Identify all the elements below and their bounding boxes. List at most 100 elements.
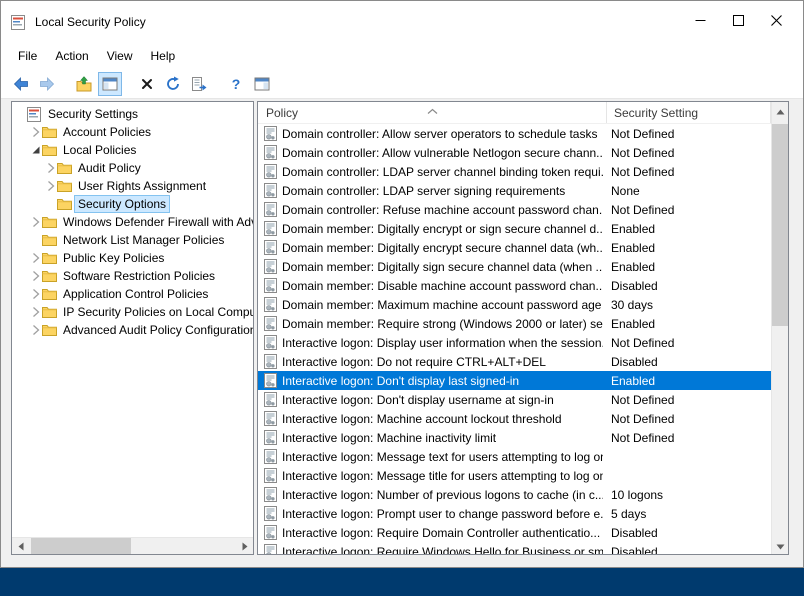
tree-item-network-list-manager-policies[interactable]: Network List Manager Policies xyxy=(12,231,253,249)
tree-item-application-control-policies[interactable]: Application Control Policies xyxy=(12,285,253,303)
policy-row[interactable]: Domain member: Disable machine account p… xyxy=(258,276,771,295)
tree-item-public-key-policies[interactable]: Public Key Policies xyxy=(12,249,253,267)
policy-row[interactable]: Interactive logon: Machine account locko… xyxy=(258,409,771,428)
policy-name: Interactive logon: Do not require CTRL+A… xyxy=(282,355,603,369)
tree-item-advanced-audit-policy-configuration[interactable]: Advanced Audit Policy Configuration xyxy=(12,321,253,339)
forward-button[interactable] xyxy=(35,72,59,96)
tree-item-local-policies[interactable]: Local Policies xyxy=(12,141,253,159)
policy-row[interactable]: Interactive logon: Require Windows Hello… xyxy=(258,542,771,554)
menu-item-file[interactable]: File xyxy=(9,45,46,67)
local-security-policy-window: Local Security Policy FileActionViewHelp… xyxy=(0,0,804,568)
menu-item-help[interactable]: Help xyxy=(142,45,185,67)
tree-item-label: User Rights Assignment xyxy=(75,178,209,194)
policy-row[interactable]: Interactive logon: Machine inactivity li… xyxy=(258,428,771,447)
menu-item-action[interactable]: Action xyxy=(46,45,97,67)
policy-icon xyxy=(258,506,282,521)
delete-button[interactable] xyxy=(135,72,159,96)
chevron-right-icon[interactable] xyxy=(44,162,57,174)
folder-icon xyxy=(57,180,75,192)
policy-row[interactable]: Domain controller: LDAP server signing r… xyxy=(258,181,771,200)
tree-item-label: Software Restriction Policies xyxy=(60,268,218,284)
chevron-right-icon[interactable] xyxy=(29,288,42,300)
vertical-scroll-thumb[interactable] xyxy=(772,124,788,326)
tree-item-ip-security-policies-on-local-compute[interactable]: IP Security Policies on Local Compute xyxy=(12,303,253,321)
sort-ascending-icon xyxy=(427,102,438,120)
tree-item-label: Public Key Policies xyxy=(60,250,167,266)
policy-row[interactable]: Domain controller: LDAP server channel b… xyxy=(258,162,771,181)
folder-icon xyxy=(42,216,60,228)
tree-horizontal-scrollbar[interactable] xyxy=(12,537,253,554)
tree-item-windows-defender-firewall-with-adva[interactable]: Windows Defender Firewall with Adva xyxy=(12,213,253,231)
security-setting-column-header[interactable]: Security Setting xyxy=(607,102,771,123)
refresh-button[interactable] xyxy=(161,72,185,96)
policy-name: Interactive logon: Machine inactivity li… xyxy=(282,431,603,445)
policy-icon xyxy=(258,411,282,426)
desktop-background: Local Security Policy FileActionViewHelp… xyxy=(0,0,804,596)
chevron-right-icon[interactable] xyxy=(29,252,42,264)
window-title: Local Security Policy xyxy=(35,15,146,29)
close-icon xyxy=(771,13,782,31)
tree-item-audit-policy[interactable]: Audit Policy xyxy=(12,159,253,177)
chevron-right-icon[interactable] xyxy=(29,216,42,228)
scroll-down-arrow[interactable] xyxy=(772,537,788,554)
policy-row[interactable]: Domain member: Digitally encrypt secure … xyxy=(258,238,771,257)
policy-row[interactable]: Interactive logon: Don't display last si… xyxy=(258,371,771,390)
policy-name: Interactive logon: Require Windows Hello… xyxy=(282,545,603,555)
policy-row[interactable]: Interactive logon: Number of previous lo… xyxy=(258,485,771,504)
policy-row[interactable]: Interactive logon: Message title for use… xyxy=(258,466,771,485)
chevron-right-icon[interactable] xyxy=(44,180,57,192)
policy-row[interactable]: Interactive logon: Message text for user… xyxy=(258,447,771,466)
up-one-level-button[interactable] xyxy=(72,72,96,96)
console-tree-pane: Security SettingsAccount PoliciesLocal P… xyxy=(11,101,254,555)
policy-row[interactable]: Domain member: Require strong (Windows 2… xyxy=(258,314,771,333)
chevron-expanded-icon[interactable] xyxy=(29,145,42,155)
folder-icon xyxy=(42,288,60,300)
menu-item-view[interactable]: View xyxy=(98,45,142,67)
policy-row[interactable]: Interactive logon: Require Domain Contro… xyxy=(258,523,771,542)
show-console-tree-button[interactable] xyxy=(98,72,122,96)
policy-row[interactable]: Domain member: Maximum machine account p… xyxy=(258,295,771,314)
export-list-button[interactable] xyxy=(187,72,211,96)
chevron-right-icon[interactable] xyxy=(29,126,42,138)
policy-row[interactable]: Interactive logon: Prompt user to change… xyxy=(258,504,771,523)
policy-row[interactable]: Domain member: Digitally sign secure cha… xyxy=(258,257,771,276)
tree-item-account-policies[interactable]: Account Policies xyxy=(12,123,253,141)
list-vertical-scrollbar[interactable] xyxy=(771,102,788,554)
show-action-pane-button[interactable] xyxy=(250,72,274,96)
chevron-right-icon[interactable] xyxy=(29,324,42,336)
policy-name: Domain member: Maximum machine account p… xyxy=(282,298,603,312)
close-button[interactable] xyxy=(757,8,795,36)
minimize-button[interactable] xyxy=(681,8,719,36)
policy-icon xyxy=(258,202,282,217)
policy-row[interactable]: Domain member: Digitally encrypt or sign… xyxy=(258,219,771,238)
help-button[interactable]: ? xyxy=(224,72,248,96)
tree-item-security-settings[interactable]: Security Settings xyxy=(12,105,253,123)
policy-name: Interactive logon: Require Domain Contro… xyxy=(282,526,603,540)
back-button[interactable] xyxy=(9,72,33,96)
horizontal-scroll-thumb[interactable] xyxy=(31,538,131,554)
policy-row[interactable]: Interactive logon: Don't display usernam… xyxy=(258,390,771,409)
menubar: FileActionViewHelp xyxy=(1,43,803,69)
security-setting-value: Disabled xyxy=(603,526,771,540)
refresh-icon xyxy=(165,76,181,92)
tree-item-user-rights-assignment[interactable]: User Rights Assignment xyxy=(12,177,253,195)
scroll-left-arrow[interactable] xyxy=(12,538,29,555)
policy-row[interactable]: Interactive logon: Display user informat… xyxy=(258,333,771,352)
policy-name: Interactive logon: Prompt user to change… xyxy=(282,507,603,521)
tree-item-security-options[interactable]: Security Options xyxy=(12,195,253,213)
back-icon xyxy=(13,77,29,91)
policy-row[interactable]: Interactive logon: Do not require CTRL+A… xyxy=(258,352,771,371)
policy-row[interactable]: Domain controller: Allow server operator… xyxy=(258,124,771,143)
security-setting-value: Enabled xyxy=(603,260,771,274)
maximize-button[interactable] xyxy=(719,8,757,36)
policy-name: Interactive logon: Message title for use… xyxy=(282,469,603,483)
scroll-right-arrow[interactable] xyxy=(236,538,253,555)
scroll-up-arrow[interactable] xyxy=(772,102,788,119)
policy-row[interactable]: Domain controller: Refuse machine accoun… xyxy=(258,200,771,219)
chevron-right-icon[interactable] xyxy=(29,270,42,282)
chevron-right-icon[interactable] xyxy=(29,306,42,318)
tree-item-software-restriction-policies[interactable]: Software Restriction Policies xyxy=(12,267,253,285)
policy-row[interactable]: Domain controller: Allow vulnerable Netl… xyxy=(258,143,771,162)
titlebar[interactable]: Local Security Policy xyxy=(1,1,803,43)
security-setting-value: Not Defined xyxy=(603,146,771,160)
